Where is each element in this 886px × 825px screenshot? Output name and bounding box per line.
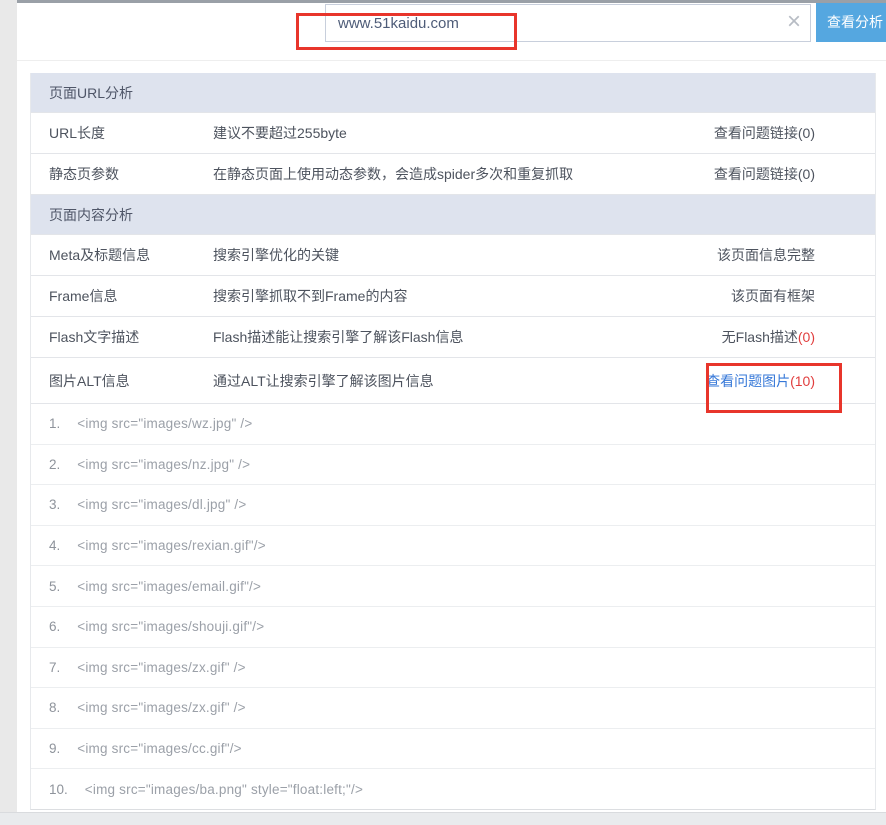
image-list-item: 1. <img src="images/wz.jpg" /> [31, 404, 875, 445]
image-list-item: 10. <img src="images/ba.png" style="floa… [31, 769, 875, 810]
row-value-text: 查看问题链接(0) [714, 166, 815, 182]
image-code: <img src="images/wz.jpg" /> [77, 416, 252, 431]
row-description: 搜索引擎抓取不到Frame的内容 [213, 286, 731, 306]
row-label: URL长度 [49, 123, 213, 143]
image-list-item: 6. <img src="images/shouji.gif"/> [31, 607, 875, 648]
row-value-text: 该页面信息完整 [717, 247, 815, 263]
image-list-item: 9. <img src="images/cc.gif"/> [31, 729, 875, 770]
image-code: <img src="images/nz.jpg" /> [77, 457, 250, 472]
image-code: <img src="images/rexian.gif"/> [77, 538, 266, 553]
image-list-item: 4. <img src="images/rexian.gif"/> [31, 526, 875, 567]
image-index: 3. [49, 497, 60, 512]
row-description: 建议不要超过255byte [213, 123, 714, 143]
row-value: 该页面有框架 [731, 286, 875, 306]
image-index: 6. [49, 619, 60, 634]
row-value-count: (10) [790, 373, 815, 389]
left-page-margin [0, 0, 17, 825]
row-description: 搜索引擎优化的关键 [213, 245, 717, 265]
row-label: Flash文字描述 [49, 327, 213, 347]
image-index: 5. [49, 579, 60, 594]
row-value-text: 无Flash描述 [722, 329, 798, 345]
row-label: 图片ALT信息 [49, 371, 213, 391]
section-title: 页面内容分析 [49, 205, 133, 225]
table-row-image-alt-info: 图片ALT信息 通过ALT让搜索引擎了解该图片信息 查看问题图片(10) [31, 358, 875, 404]
row-label: Frame信息 [49, 286, 213, 306]
search-section-divider [17, 60, 886, 61]
image-code: <img src="images/cc.gif"/> [77, 741, 241, 756]
table-row-meta-title: Meta及标题信息 搜索引擎优化的关键 该页面信息完整 [31, 235, 875, 276]
row-value-text: 查看问题链接(0) [714, 125, 815, 141]
row-label: Meta及标题信息 [49, 245, 213, 265]
row-value[interactable]: 查看问题链接(0) [714, 123, 875, 143]
image-code: <img src="images/ba.png" style="float:le… [85, 782, 363, 797]
url-search-input[interactable] [325, 4, 811, 42]
image-list-item: 8. <img src="images/zx.gif" /> [31, 688, 875, 729]
image-code: <img src="images/shouji.gif"/> [77, 619, 264, 634]
image-index: 1. [49, 416, 60, 431]
image-code: <img src="images/zx.gif" /> [77, 700, 245, 715]
image-list-item: 2. <img src="images/nz.jpg" /> [31, 445, 875, 486]
table-row-flash-description: Flash文字描述 Flash描述能让搜索引擎了解该Flash信息 无Flash… [31, 317, 875, 358]
image-index: 7. [49, 660, 60, 675]
section-header-content-analysis: 页面内容分析 [31, 195, 875, 235]
image-code: <img src="images/dl.jpg" /> [77, 497, 246, 512]
row-description: 在静态页面上使用动态参数，会造成spider多次和重复抓取 [213, 164, 714, 184]
image-code: <img src="images/email.gif"/> [77, 579, 261, 594]
view-analysis-button[interactable]: 查看分析 [816, 3, 886, 42]
image-list-item: 3. <img src="images/dl.jpg" /> [31, 485, 875, 526]
image-index: 9. [49, 741, 60, 756]
table-row-url-length: URL长度 建议不要超过255byte 查看问题链接(0) [31, 113, 875, 154]
top-divider-bar [17, 0, 886, 3]
image-index: 2. [49, 457, 60, 472]
row-value: 无Flash描述(0) [722, 327, 875, 347]
row-label: 静态页参数 [49, 164, 213, 184]
row-description: 通过ALT让搜索引擎了解该图片信息 [213, 371, 706, 391]
row-value-count: (0) [798, 329, 815, 345]
table-row-static-page-params: 静态页参数 在静态页面上使用动态参数，会造成spider多次和重复抓取 查看问题… [31, 154, 875, 195]
bottom-page-margin [0, 812, 886, 825]
image-index: 8. [49, 700, 60, 715]
analysis-table: 页面URL分析 URL长度 建议不要超过255byte 查看问题链接(0) 静态… [30, 73, 876, 810]
clear-icon[interactable]: × [778, 6, 810, 38]
image-list-item: 5. <img src="images/email.gif"/> [31, 566, 875, 607]
image-list-item: 7. <img src="images/zx.gif" /> [31, 648, 875, 689]
row-value: 该页面信息完整 [717, 245, 875, 265]
image-index: 10. [49, 782, 68, 797]
row-value-text: 该页面有框架 [731, 288, 815, 304]
view-problem-images-link[interactable]: 查看问题图片(10) [706, 371, 875, 391]
image-code: <img src="images/zx.gif" /> [77, 660, 245, 675]
table-row-frame-info: Frame信息 搜索引擎抓取不到Frame的内容 该页面有框架 [31, 276, 875, 317]
row-value[interactable]: 查看问题链接(0) [714, 164, 875, 184]
section-title: 页面URL分析 [49, 83, 133, 103]
row-value-text: 查看问题图片 [706, 373, 790, 389]
row-description: Flash描述能让搜索引擎了解该Flash信息 [213, 327, 722, 347]
image-index: 4. [49, 538, 60, 553]
section-header-url-analysis: 页面URL分析 [31, 73, 875, 113]
